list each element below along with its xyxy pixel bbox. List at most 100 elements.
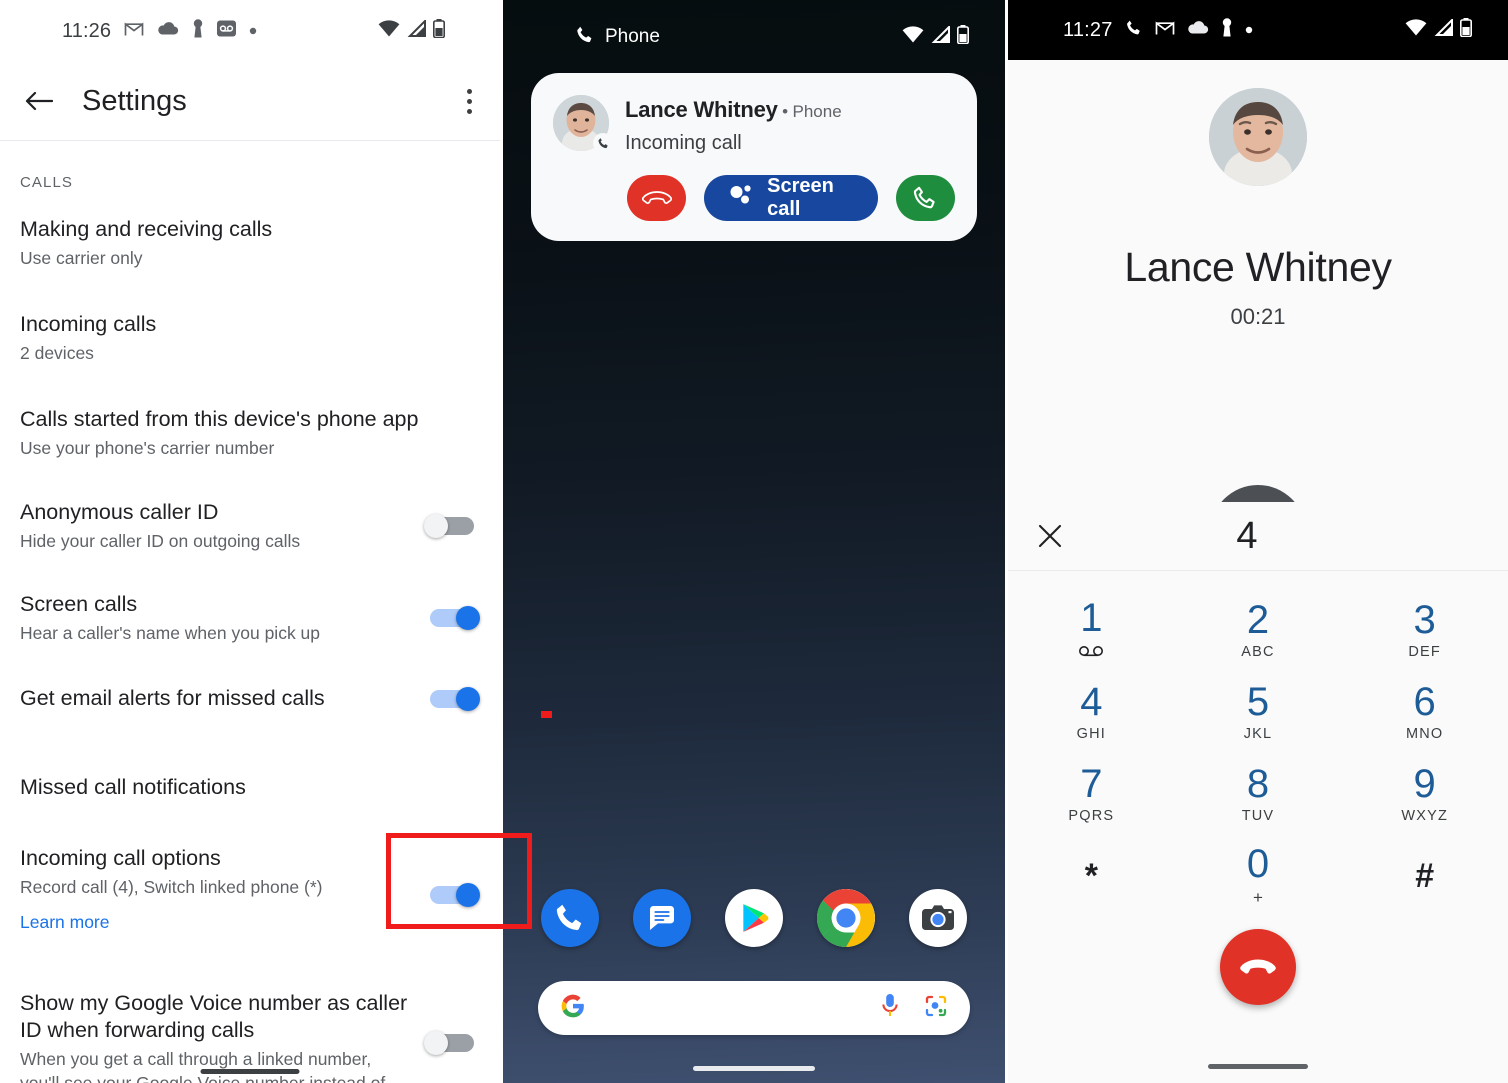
google-search-bar[interactable] — [538, 981, 970, 1035]
toggle-anonymous-caller-id[interactable] — [424, 514, 480, 538]
end-call-button[interactable] — [1220, 929, 1296, 1005]
cloud-icon — [1187, 20, 1209, 40]
google-g-icon — [560, 993, 586, 1024]
overflow-menu-icon[interactable] — [467, 88, 472, 114]
dialpad-key-4[interactable]: 4 GHI — [1008, 671, 1175, 753]
annotation-highlight-box — [386, 833, 532, 929]
dialpad-entry-row: 4 — [1008, 502, 1508, 571]
key-letters: GHI — [1076, 726, 1107, 742]
status-time: 11:26 — [62, 19, 112, 42]
dialpad-key-3[interactable]: 3 DEF — [1341, 589, 1508, 671]
dialpad-key-5[interactable]: 5 JKL — [1175, 671, 1342, 753]
setting-making-and-receiving-calls[interactable]: Making and receiving calls Use carrier o… — [0, 216, 500, 270]
dialpad-key-hash[interactable]: # — [1341, 835, 1508, 917]
setting-screen-calls[interactable]: Screen calls Hear a caller's name when y… — [0, 591, 500, 645]
dialpad-key-star[interactable]: * — [1008, 835, 1175, 917]
toggle-email-alerts[interactable] — [424, 686, 480, 711]
cloud-icon — [157, 21, 179, 41]
key-number: 6 — [1413, 680, 1436, 724]
key-letters: TUV — [1241, 808, 1275, 824]
dialpad-key-1[interactable]: 1 — [1008, 589, 1175, 671]
row-title: Missed call notifications — [20, 775, 246, 799]
answer-call-button[interactable] — [895, 175, 955, 221]
navigation-pill[interactable] — [693, 1066, 815, 1071]
setting-email-alerts-missed-calls[interactable]: Get email alerts for missed calls — [0, 685, 500, 712]
status-bar-incall: 11:27 — [1008, 0, 1508, 60]
messages-icon[interactable] — [633, 889, 691, 947]
assistant-icon — [728, 183, 754, 213]
annotation-red-mark — [541, 711, 552, 718]
camera-icon[interactable] — [909, 889, 967, 947]
phone-icon[interactable] — [541, 889, 599, 947]
home-dock — [503, 889, 1005, 947]
dialpad-key-7[interactable]: 7 PQRS — [1008, 753, 1175, 835]
contact-avatar — [1209, 88, 1307, 186]
row-subtitle: 2 devices — [20, 343, 94, 363]
close-icon[interactable] — [1034, 520, 1066, 552]
dialpad-keys: 1 2 ABC 3 DEF 4 GHI 5 JKL 6 MNO 7 PQRS 8… — [1008, 571, 1508, 917]
dialpad-key-9[interactable]: 9 WXYZ — [1341, 753, 1508, 835]
status-bar-left: 11:26 — [62, 19, 257, 43]
wifi-icon — [378, 20, 400, 42]
dialpad-key-6[interactable]: 6 MNO — [1341, 671, 1508, 753]
avatar — [553, 95, 613, 153]
status-bar-settings: 11:26 — [0, 0, 500, 62]
key-letters: MNO — [1405, 726, 1444, 742]
key-number: 8 — [1246, 762, 1270, 806]
notification-app-name: Phone — [792, 102, 842, 121]
screen-call-button[interactable]: Screen call — [704, 175, 878, 221]
dialpad-key-2[interactable]: 2 ABC — [1175, 589, 1342, 671]
row-title: Screen calls — [20, 592, 138, 616]
gmail-icon — [1155, 20, 1175, 41]
status-time: 11:27 — [1063, 18, 1113, 41]
incoming-call-notification[interactable]: Lance Whitney • Phone Incoming call Scre… — [531, 73, 977, 241]
status-bar-left: Phone — [575, 25, 660, 50]
signal-icon — [407, 18, 426, 42]
dialpad-key-8[interactable]: 8 TUV — [1175, 753, 1342, 835]
microphone-icon[interactable] — [880, 992, 900, 1025]
key-number: 3 — [1413, 598, 1436, 642]
row-title: Making and receiving calls — [20, 217, 273, 241]
dot-icon — [1245, 21, 1253, 39]
setting-anonymous-caller-id[interactable]: Anonymous caller ID Hide your caller ID … — [0, 499, 500, 553]
key-letters: DEF — [1408, 644, 1441, 660]
voicemail-icon — [217, 19, 237, 43]
panel-home-screen: Phone Lance Whitney • Phone Incoming cal… — [503, 0, 1005, 1083]
row-title: Show my Google Voice number as caller ID… — [20, 991, 408, 1042]
key-letters: WXYZ — [1401, 808, 1448, 824]
phone-icon — [575, 25, 595, 50]
dot-icon — [249, 22, 257, 40]
signal-icon — [931, 24, 950, 48]
notification-header: Lance Whitney • Phone Incoming call — [553, 95, 955, 155]
setting-incoming-calls[interactable]: Incoming calls 2 devices — [0, 311, 500, 365]
dialpad-key-0[interactable]: 0 + — [1175, 835, 1342, 917]
row-title: Get email alerts for missed calls — [20, 686, 325, 710]
triptych-screenshot: 11:26 Settings CALLS Making and receivin… — [0, 0, 1508, 1083]
setting-calls-started-from-device[interactable]: Calls started from this device's phone a… — [0, 406, 500, 460]
settings-app-bar: Settings — [0, 62, 500, 140]
play-store-icon[interactable] — [725, 889, 783, 947]
setting-missed-call-notifications[interactable]: Missed call notifications — [0, 774, 500, 801]
chrome-icon[interactable] — [817, 889, 875, 947]
google-lens-icon[interactable] — [924, 994, 948, 1023]
phone-icon — [1125, 19, 1143, 42]
status-bar-right — [1405, 17, 1472, 42]
key-number: 7 — [1080, 762, 1103, 806]
decline-call-button[interactable] — [627, 175, 687, 221]
key-number: # — [1415, 857, 1435, 895]
back-arrow-icon[interactable] — [22, 84, 56, 118]
key-number: * — [1084, 857, 1098, 895]
notification-separator: • — [782, 102, 789, 121]
row-title: Incoming calls — [20, 312, 157, 336]
toggle-show-google-voice-number[interactable] — [424, 1030, 480, 1055]
navigation-pill[interactable] — [1208, 1064, 1308, 1069]
notification-caller-name: Lance Whitney — [625, 97, 778, 122]
row-subtitle: Use your phone's carrier number — [20, 438, 275, 458]
learn-more-link[interactable]: Learn more — [20, 910, 410, 934]
row-subtitle: Record call (4), Switch linked phone (*) — [20, 877, 323, 897]
navigation-pill[interactable] — [200, 1069, 300, 1074]
row-subtitle: Use carrier only — [20, 248, 143, 268]
key-letters: ABC — [1241, 644, 1275, 660]
incall-hero: Lance Whitney 00:21 — [1008, 60, 1508, 330]
toggle-screen-calls[interactable] — [424, 606, 480, 630]
